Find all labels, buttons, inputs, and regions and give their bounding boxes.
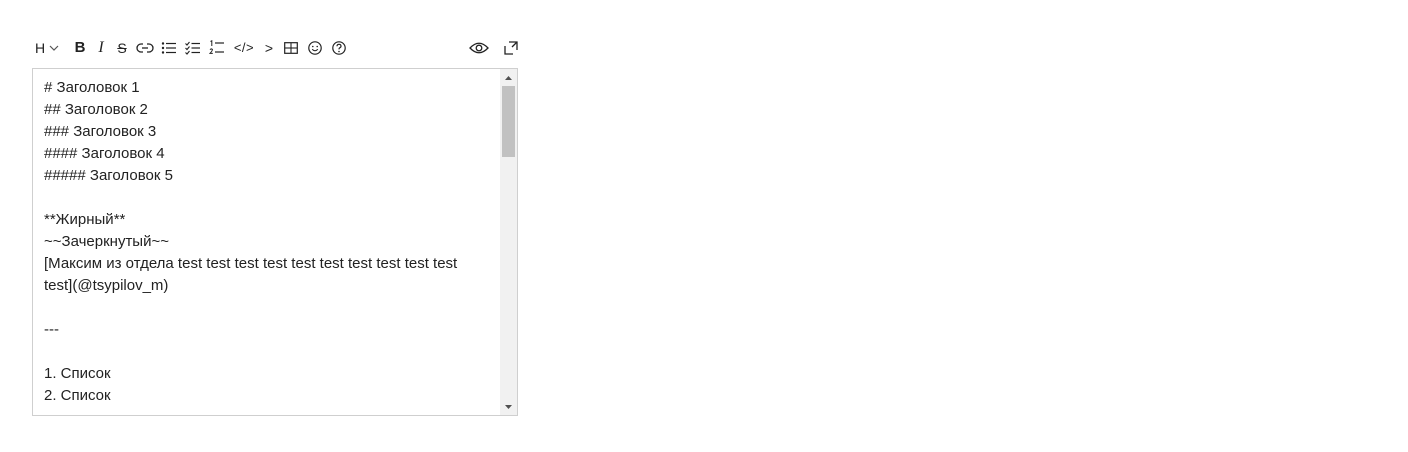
quote-button[interactable]: > [259, 36, 279, 60]
bullet-list-icon [161, 41, 177, 55]
numbered-list-icon [209, 40, 225, 56]
scroll-down-button[interactable] [500, 398, 517, 415]
table-button[interactable] [279, 36, 303, 60]
emoji-icon [308, 41, 322, 55]
fullscreen-button[interactable] [492, 36, 518, 60]
bold-icon: B [74, 39, 86, 56]
code-button[interactable]: </> [229, 36, 259, 60]
quote-icon: > [264, 40, 274, 56]
toolbar-format-group: H B I S </> > [32, 36, 351, 60]
help-icon [332, 41, 346, 55]
editor-line: **Жирный** [44, 211, 126, 228]
link-icon [136, 42, 154, 54]
checklist-button[interactable] [181, 36, 205, 60]
expand-icon [504, 41, 518, 55]
toolbar-view-group [466, 36, 518, 60]
vertical-scrollbar[interactable] [500, 69, 517, 415]
italic-button[interactable]: I [91, 36, 111, 60]
editor-line: ##### Заголовок 5 [44, 167, 173, 184]
editor-line: ### Заголовок 3 [44, 123, 157, 140]
chevron-down-icon [49, 45, 59, 51]
editor-line: #### Заголовок 4 [44, 145, 165, 162]
markdown-editor: H B I S </> > # Заголовок 1 ## Заголовок… [32, 36, 518, 416]
preview-button[interactable] [466, 36, 492, 60]
checklist-icon [185, 41, 201, 55]
editor-textarea[interactable]: # Заголовок 1 ## Заголовок 2 ### Заголовок… [33, 69, 500, 415]
bullet-list-button[interactable] [157, 36, 181, 60]
heading-dropdown-button[interactable]: H [32, 36, 69, 60]
strikethrough-icon: S [117, 40, 127, 56]
table-icon [284, 42, 298, 54]
emoji-button[interactable] [303, 36, 327, 60]
numbered-list-button[interactable] [205, 36, 229, 60]
scroll-up-button[interactable] [500, 69, 517, 86]
strikethrough-button[interactable]: S [111, 36, 133, 60]
editor-toolbar: H B I S </> > [32, 36, 518, 60]
code-icon: </> [233, 40, 255, 55]
editor-textbox[interactable]: # Заголовок 1 ## Заголовок 2 ### Заголовок… [32, 68, 518, 416]
editor-line: 2. Список [44, 387, 111, 404]
help-button[interactable] [327, 36, 351, 60]
eye-icon [469, 41, 489, 55]
editor-line: # Заголовок 1 [44, 79, 140, 96]
italic-icon: I [98, 39, 104, 56]
scrollbar-thumb[interactable] [502, 86, 515, 157]
heading-label: H [35, 40, 46, 56]
bold-button[interactable]: B [69, 36, 91, 60]
editor-line: ## Заголовок 2 [44, 101, 148, 118]
editor-line: 1. Список [44, 365, 111, 382]
editor-line: --- [44, 321, 59, 338]
editor-line: ~~Зачеркнутый~~ [44, 233, 169, 250]
editor-line: [Максим из отдела test test test test te… [44, 255, 462, 294]
link-button[interactable] [133, 36, 157, 60]
